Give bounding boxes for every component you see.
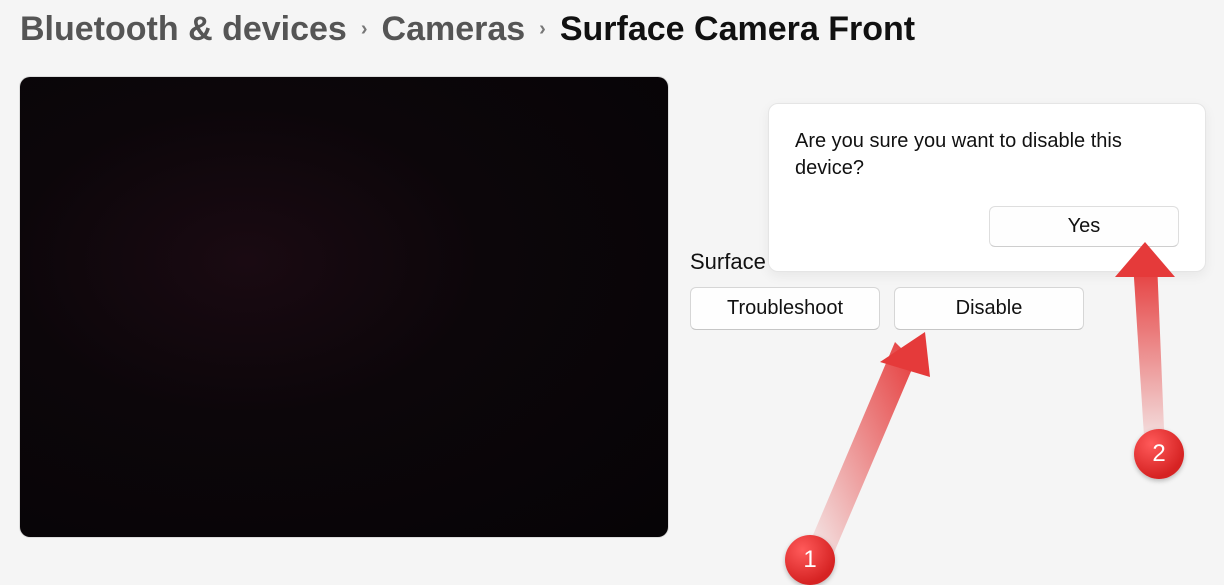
breadcrumb: Bluetooth & devices › Cameras › Surface … <box>0 0 1224 49</box>
confirm-dialog: Are you sure you want to disable this de… <box>768 103 1206 272</box>
confirm-yes-button[interactable]: Yes <box>989 206 1179 247</box>
disable-button[interactable]: Disable <box>894 287 1084 330</box>
chevron-right-icon: › <box>539 18 546 41</box>
annotation-arrow-2 <box>1105 242 1224 482</box>
chevron-right-icon: › <box>361 18 368 41</box>
breadcrumb-level1[interactable]: Bluetooth & devices <box>20 10 347 49</box>
annotation-circle-1: 1 <box>785 535 835 585</box>
camera-preview <box>20 77 668 537</box>
breadcrumb-level2[interactable]: Cameras <box>382 10 526 49</box>
annotation-circle-2: 2 <box>1134 429 1184 479</box>
dialog-message: Are you sure you want to disable this de… <box>795 128 1179 182</box>
breadcrumb-current: Surface Camera Front <box>560 10 915 49</box>
troubleshoot-button[interactable]: Troubleshoot <box>690 287 880 330</box>
action-button-row: Troubleshoot Disable <box>690 287 1204 330</box>
annotation-arrow-1 <box>775 332 1025 582</box>
